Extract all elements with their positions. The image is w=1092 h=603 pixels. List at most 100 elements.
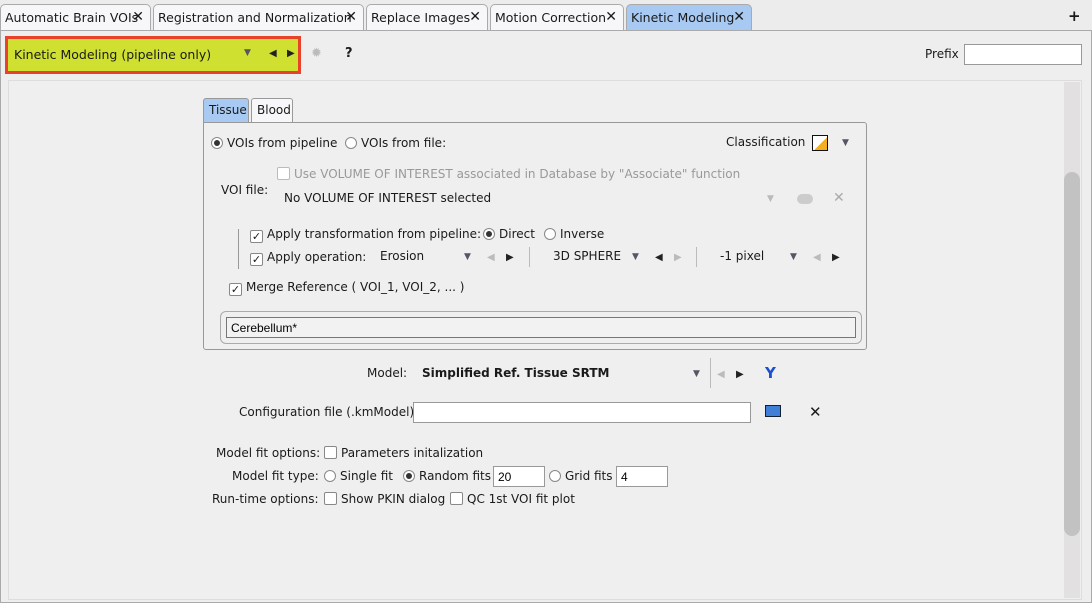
previous-icon[interactable]: ◀ — [717, 369, 725, 380]
gear-icon: ✹ — [311, 46, 322, 61]
prefix-input[interactable] — [964, 44, 1082, 65]
folder-open-icon[interactable] — [765, 405, 781, 417]
tab-automatic-brain-vois[interactable]: Automatic Brain VOIs ✕ — [0, 4, 151, 31]
classification-color-icon[interactable] — [812, 135, 828, 151]
checkbox-icon — [450, 492, 463, 505]
model-label: Model: — [367, 366, 408, 380]
tab-registration[interactable]: Registration and Normalization ✕ — [153, 4, 364, 31]
previous-icon[interactable]: ◀ — [269, 48, 277, 59]
random-fits-radio[interactable]: Random fits — [403, 469, 491, 483]
direct-radio[interactable]: Direct — [483, 227, 535, 241]
checkbox-icon: ✓ — [250, 253, 263, 266]
label: Parameters initalization — [341, 446, 484, 460]
label: Show PKIN dialog — [341, 492, 446, 506]
chevron-down-icon[interactable]: ▼ — [632, 252, 639, 262]
apply-operation-checkbox[interactable]: ✓ Apply operation: — [250, 250, 366, 266]
next-icon[interactable]: ▶ — [674, 252, 682, 263]
close-icon[interactable]: ✕ — [345, 9, 357, 25]
fit-options-label: Model fit options: — [216, 446, 321, 460]
random-fits-input[interactable] — [493, 466, 545, 487]
clear-icon[interactable]: ✕ — [809, 403, 822, 421]
filter-icon[interactable]: Y — [765, 364, 776, 382]
qc-plot-checkbox[interactable]: QC 1st VOI fit plot — [450, 492, 575, 506]
clear-icon: ✕ — [833, 190, 845, 206]
merge-reference-checkbox[interactable]: ✓ Merge Reference ( VOI_1, VOI_2, ... ) — [229, 280, 464, 296]
chevron-down-icon[interactable]: ▼ — [790, 252, 797, 262]
tab-replace-images[interactable]: Replace Images ✕ — [366, 4, 488, 31]
label: Use VOLUME OF INTEREST associated in Dat… — [294, 167, 741, 181]
tab-kinetic-modeling[interactable]: Kinetic Modeling ✕ — [626, 4, 752, 31]
label: Apply operation: — [267, 250, 367, 264]
single-fit-radio[interactable]: Single fit — [324, 469, 393, 483]
label: Single fit — [340, 469, 393, 483]
chevron-down-icon: ▼ — [767, 194, 774, 204]
apply-transformation-checkbox[interactable]: ✓ Apply transformation from pipeline: — [250, 227, 481, 243]
operation-select[interactable]: Erosion — [380, 249, 424, 263]
reference-input[interactable] — [226, 317, 856, 338]
previous-icon[interactable]: ◀ — [655, 252, 663, 263]
prefix-label: Prefix — [925, 47, 959, 61]
label: VOIs from file: — [361, 136, 447, 150]
label: Apply transformation from pipeline: — [267, 227, 482, 241]
divider — [696, 247, 697, 267]
label: Inverse — [560, 227, 605, 241]
label: Merge Reference ( VOI_1, VOI_2, ... ) — [246, 280, 465, 294]
checkbox-icon: ✓ — [250, 230, 263, 243]
chevron-down-icon[interactable]: ▼ — [464, 252, 471, 262]
tab-label: Motion Correction — [495, 10, 607, 25]
radio-icon — [324, 470, 336, 482]
size-value: -1 pixel — [720, 249, 765, 263]
vois-from-file-radio[interactable]: VOIs from file: — [345, 136, 446, 150]
vois-from-pipeline-radio[interactable]: VOIs from pipeline — [211, 136, 337, 150]
close-icon[interactable]: ✕ — [132, 9, 144, 25]
scrollbar-thumb[interactable] — [1064, 172, 1080, 536]
model-select[interactable]: Simplified Ref. Tissue SRTM — [422, 366, 609, 380]
divider — [710, 358, 711, 388]
tab-motion-correction[interactable]: Motion Correction ✕ — [490, 4, 624, 31]
database-icon — [797, 194, 813, 204]
tab-label: Replace Images — [371, 10, 471, 25]
params-init-checkbox[interactable]: Parameters initalization — [324, 446, 483, 460]
use-associated-checkbox: Use VOLUME OF INTEREST associated in Dat… — [277, 167, 740, 181]
label: Random fits — [419, 469, 492, 483]
radio-icon — [483, 228, 495, 240]
show-pkin-checkbox[interactable]: Show PKIN dialog — [324, 492, 445, 506]
subtab-tissue[interactable]: Tissue — [203, 98, 249, 123]
next-icon[interactable]: ▶ — [832, 252, 840, 263]
close-icon[interactable]: ✕ — [605, 9, 617, 25]
close-icon[interactable]: ✕ — [469, 9, 481, 25]
chevron-down-icon[interactable]: ▼ — [842, 138, 849, 148]
add-tab-button[interactable]: + — [1068, 7, 1081, 25]
shape-value: 3D SPHERE — [553, 249, 622, 263]
radio-icon — [549, 470, 561, 482]
shape-select[interactable]: 3D SPHERE — [553, 249, 621, 263]
radio-icon — [345, 137, 357, 149]
next-icon[interactable]: ▶ — [736, 369, 744, 380]
help-button[interactable]: ? — [345, 46, 353, 61]
previous-icon[interactable]: ◀ — [813, 252, 821, 263]
previous-icon[interactable]: ◀ — [487, 252, 495, 263]
chevron-down-icon[interactable]: ▼ — [244, 48, 251, 58]
radio-icon — [211, 137, 223, 149]
scrollbar[interactable] — [1064, 82, 1080, 598]
grid-fits-input[interactable] — [616, 466, 668, 487]
radio-icon — [403, 470, 415, 482]
size-select[interactable]: -1 pixel — [720, 249, 764, 263]
checkbox-icon — [324, 492, 337, 505]
checkbox-icon — [324, 446, 337, 459]
runtime-label: Run-time options: — [212, 492, 319, 506]
config-file-input[interactable] — [413, 402, 751, 423]
grid-fits-radio[interactable]: Grid fits — [549, 469, 613, 483]
next-icon[interactable]: ▶ — [287, 48, 295, 59]
pipeline-selector[interactable]: Kinetic Modeling (pipeline only) ▼ ◀ ▶ — [5, 36, 301, 74]
operation-value: Erosion — [380, 249, 425, 263]
label: Direct — [499, 227, 535, 241]
close-icon[interactable]: ✕ — [733, 9, 745, 25]
tab-label: Kinetic Modeling — [631, 10, 735, 25]
next-icon[interactable]: ▶ — [506, 252, 514, 263]
subtab-blood[interactable]: Blood — [251, 98, 293, 122]
chevron-down-icon[interactable]: ▼ — [693, 369, 700, 379]
config-file-label: Configuration file (.kmModel) — [239, 405, 415, 419]
checkbox-icon — [277, 167, 290, 180]
inverse-radio[interactable]: Inverse — [544, 227, 604, 241]
